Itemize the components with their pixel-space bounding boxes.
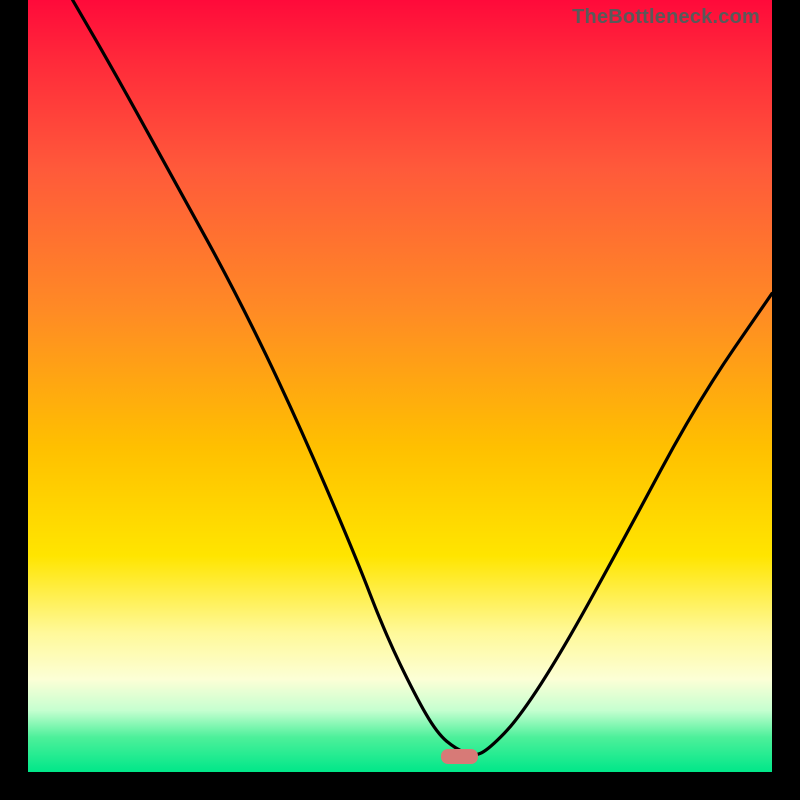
curve-path [73,0,772,755]
bottleneck-curve [28,0,772,772]
chart-frame: TheBottleneck.com [0,0,800,800]
optimal-marker [441,749,478,764]
plot-area: TheBottleneck.com [28,0,772,772]
